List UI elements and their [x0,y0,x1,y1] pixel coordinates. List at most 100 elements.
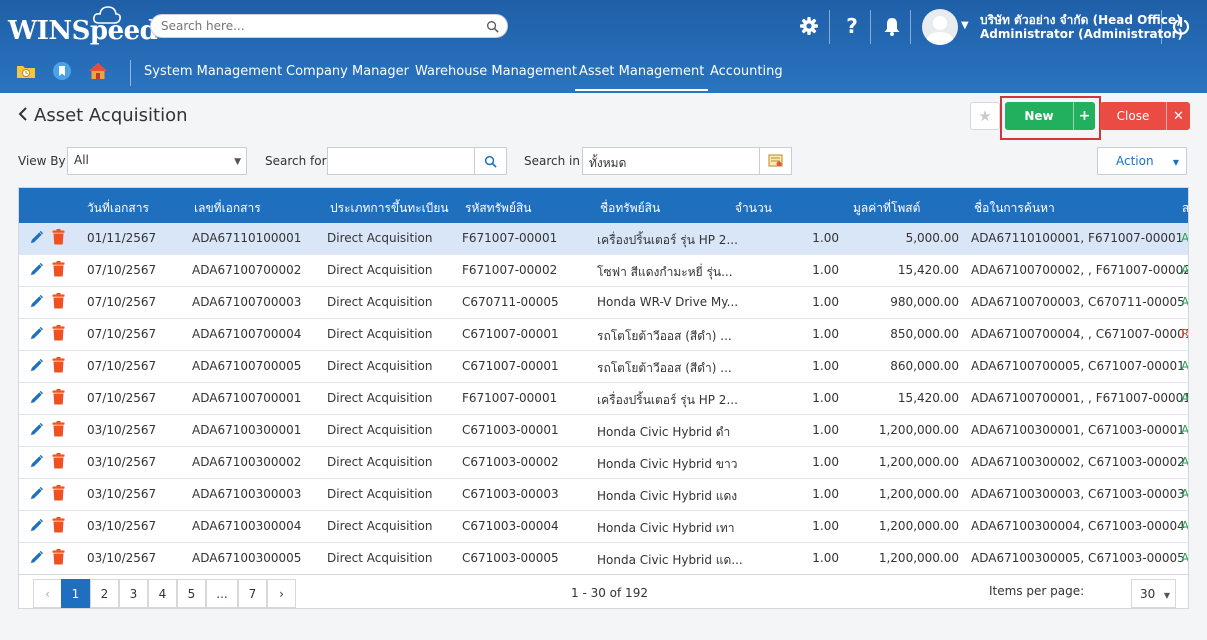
next-page-button[interactable]: › [267,579,296,608]
trash-icon[interactable] [52,485,65,501]
avatar[interactable] [922,9,958,45]
cell-asset-code: C671007-00001 [462,327,559,341]
table-row[interactable]: 01/11/2567 ADA67110100001 Direct Acquisiti… [19,223,1188,255]
search-for-field[interactable] [327,147,507,175]
pencil-icon[interactable] [29,294,44,309]
page-button-1[interactable]: 1 [61,579,90,608]
search-in-field[interactable]: ทั้งหมด [582,147,792,175]
view-by-select[interactable]: All ▼ [67,147,247,175]
trash-icon[interactable] [52,293,65,309]
close-button-label[interactable]: Close [1100,102,1166,130]
trash-icon[interactable] [52,229,65,245]
cell-doc-date: 03/10/2567 [87,551,157,565]
col-header-asset-name[interactable]: ชื่อทรัพย์สิน [600,199,660,218]
nav-warehouse-management[interactable]: Warehouse Management [415,64,577,79]
global-search-input[interactable] [151,15,471,37]
page-button-4[interactable]: 4 [148,579,177,608]
table-row[interactable]: 03/10/2567 ADA67100300003 Direct Acquisiti… [19,479,1188,511]
pencil-icon[interactable] [29,486,44,501]
close-button[interactable]: Close ✕ [1100,102,1190,130]
search-for-input[interactable] [328,148,474,174]
pencil-icon[interactable] [29,358,44,373]
col-header-type[interactable]: ประเภทการขึ้นทะเบียน [330,199,449,218]
table-row[interactable]: 03/10/2567 ADA67100300005 Direct Acquisiti… [19,543,1188,575]
table-row[interactable]: 03/10/2567 ADA67100300001 Direct Acquisiti… [19,415,1188,447]
nav-company-manager[interactable]: Company Manager [286,64,409,79]
caret-down-icon: ▼ [1172,158,1179,167]
cell-asset-name: Honda Civic Hybrid ขาว [597,457,738,471]
action-dropdown[interactable]: Action ▼ [1097,147,1187,175]
pencil-icon[interactable] [29,230,44,245]
pencil-icon[interactable] [29,422,44,437]
home-icon[interactable] [88,61,108,81]
trash-icon[interactable] [52,261,65,277]
col-header-status[interactable]: ส [1182,199,1188,218]
table-row[interactable]: 03/10/2567 ADA67100300004 Direct Acquisiti… [19,511,1188,543]
nav-divider [130,60,131,86]
close-icon[interactable]: ✕ [1166,102,1190,130]
new-button[interactable]: New + [1005,102,1095,130]
chevron-down-icon[interactable]: ▼ [961,20,969,31]
prev-page-button[interactable]: ‹ [33,579,62,608]
global-search[interactable] [150,14,508,38]
folder-clock-icon[interactable] [16,61,36,81]
cell-qty: 1.00 [812,487,839,501]
items-per-page-select[interactable]: 30 ▼ [1131,579,1176,608]
table-row[interactable]: 07/10/2567 ADA67100700002 Direct Acquisiti… [19,255,1188,287]
search-icon[interactable] [486,20,499,33]
cell-qty: 1.00 [812,359,839,373]
col-header-qty[interactable]: จำนวน [735,199,772,218]
page-button-3[interactable]: 3 [119,579,148,608]
col-header-doc-date[interactable]: วันที่เอกสาร [87,199,149,218]
trash-icon[interactable] [52,389,65,405]
cell-qty: 1.00 [812,391,839,405]
pencil-icon[interactable] [29,326,44,341]
bell-icon[interactable] [880,14,904,38]
page-button-2[interactable]: 2 [90,579,119,608]
pencil-icon[interactable] [29,518,44,533]
col-header-posted-value[interactable]: มูลค่าที่โพสต์ [853,199,920,218]
star-icon: ★ [978,107,992,125]
table-row[interactable]: 07/10/2567 ADA67100700003 Direct Acquisiti… [19,287,1188,319]
search-button[interactable] [474,148,506,174]
cell-status: A [1181,391,1189,405]
plus-icon[interactable]: + [1073,102,1095,130]
pencil-icon[interactable] [29,262,44,277]
search-in-picker-button[interactable] [759,148,791,174]
power-icon[interactable] [1169,14,1193,38]
pencil-icon[interactable] [29,390,44,405]
nav-system-management[interactable]: System Management [144,64,282,79]
bookmark-icon[interactable] [52,61,72,81]
pencil-icon[interactable] [29,550,44,565]
table-row[interactable]: 07/10/2567 ADA67100700005 Direct Acquisiti… [19,351,1188,383]
favorite-button[interactable]: ★ [970,102,1000,130]
col-header-search-name[interactable]: ชื่อในการค้นหา [974,199,1055,218]
table-row[interactable]: 07/10/2567 ADA67100700001 Direct Acquisiti… [19,383,1189,415]
col-header-asset-code[interactable]: รหัสทรัพย์สิน [465,199,532,218]
nav-asset-management[interactable]: Asset Management [574,64,709,91]
cell-doc-date: 07/10/2567 [87,295,157,309]
cell-posted-value: 850,000.00 [890,327,959,341]
page-button-7[interactable]: 7 [238,579,267,608]
pencil-icon[interactable] [29,454,44,469]
gear-icon[interactable] [797,14,821,38]
cell-search-name: ADA67100300001, C671003-00001 [971,423,1185,437]
trash-icon[interactable] [52,549,65,565]
new-button-label[interactable]: New [1005,102,1073,130]
help-icon[interactable]: ? [840,14,864,38]
cell-search-name: ADA67100700003, C670711-00005 [971,295,1185,309]
trash-icon[interactable] [52,357,65,373]
trash-icon[interactable] [52,325,65,341]
chevron-left-icon[interactable] [18,105,28,126]
page-ellipsis[interactable]: ... [206,579,238,608]
trash-icon[interactable] [52,517,65,533]
app-logo[interactable]: WINSpeed [8,16,158,46]
items-per-page-value: 30 [1140,587,1156,601]
nav-accounting[interactable]: Accounting [710,64,783,79]
trash-icon[interactable] [52,421,65,437]
page-button-5[interactable]: 5 [177,579,206,608]
table-row[interactable]: 03/10/2567 ADA67100300002 Direct Acquisiti… [19,447,1188,479]
trash-icon[interactable] [52,453,65,469]
col-header-doc-no[interactable]: เลขที่เอกสาร [194,199,261,218]
table-row[interactable]: 07/10/2567 ADA67100700004 Direct Acquisiti… [19,319,1188,351]
